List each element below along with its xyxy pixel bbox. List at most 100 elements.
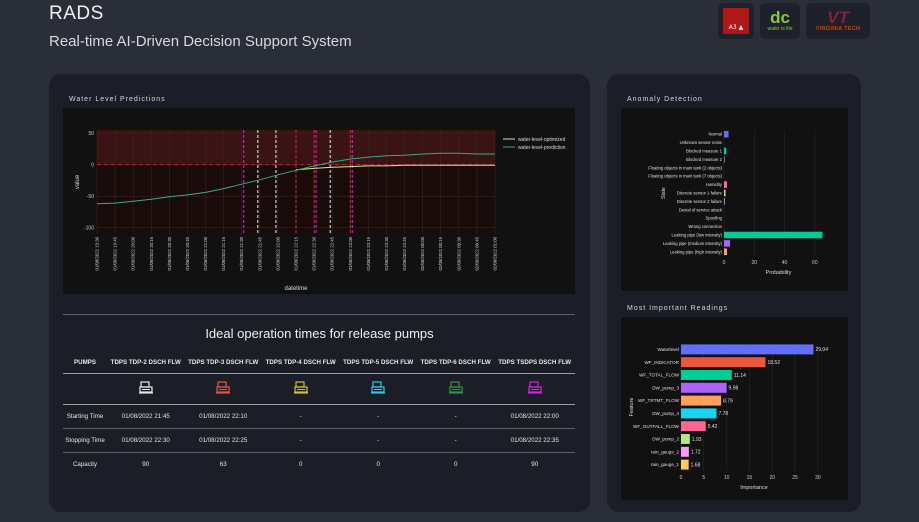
x-tick-label: 02/08/2022 00:45 <box>474 236 479 270</box>
bar <box>681 446 689 457</box>
x-tick-label: 15 <box>747 475 753 481</box>
x-tick-label: 01/08/2022 20:45 <box>185 236 190 270</box>
x-tick-label: 01/08/2022 20:30 <box>167 236 172 270</box>
pump-icon-cell <box>107 373 185 405</box>
table-cell: 01/08/2022 22:00 <box>494 404 575 429</box>
bar-value-label: 9.98 <box>729 386 739 392</box>
column-header: TDPS TDP-4 DSCH FLW <box>261 352 340 374</box>
pump-table: PUMPS TDPS TDP-2 DSCH FLW TDPS TDP-3 DSC… <box>63 352 575 476</box>
bar <box>681 357 766 368</box>
table-cell: 0 <box>453 460 458 468</box>
table-cell: 63 <box>219 460 227 468</box>
x-tick-label: 01/08/2022 21:15 <box>221 236 226 270</box>
table-cell: - <box>261 428 340 453</box>
category-label: Discrete sensor 2 failure <box>677 199 723 204</box>
bar <box>681 434 690 444</box>
app-title: RADS <box>49 3 104 24</box>
analysis-panel: Anomaly Detection 0 20 40 60 Normal Unknown s… <box>607 74 861 512</box>
table-cell: 01/08/2022 22:35 <box>494 428 575 453</box>
x-tick-label: 01/08/2022 22:00 <box>275 236 280 270</box>
category-label: Spoofing <box>705 216 722 221</box>
category-label: Unknown sensor noise <box>680 140 723 145</box>
category-label: Normal <box>709 132 723 137</box>
column-header: TDPS TDP-3 DSCH FLW <box>184 352 262 374</box>
y-tick-label: -100 <box>84 226 94 232</box>
category-label: Leaking pipe (high intensity) <box>670 249 723 254</box>
pump-table-title: Ideal operation times for release pumps <box>205 326 434 341</box>
column-header: TDPS TDP-5 DSCH FLW <box>339 352 417 374</box>
table-cell: - <box>261 404 340 429</box>
category-label: WF_TRTMT_FLOW <box>638 398 680 403</box>
x-tick-label: 02/08/2022 00:15 <box>438 236 443 270</box>
x-axis-label: datetime <box>284 286 308 292</box>
x-tick-label: 01/08/2022 23:00 <box>348 236 353 270</box>
y-tick-label: 50 <box>88 131 94 137</box>
table-cell: 90 <box>531 460 539 468</box>
category-label: Floating objects in main tank (2 objects… <box>648 165 722 170</box>
column-header: PUMPS <box>63 352 107 374</box>
category-label: Wrong connection <box>688 224 722 229</box>
x-tick-label: 20 <box>751 260 757 266</box>
category-label: Floating objects in main tank (7 objects… <box>648 174 722 179</box>
bar <box>724 181 728 188</box>
x-tick-label: 5 <box>702 475 705 481</box>
x-tick-label: 20 <box>769 475 775 481</box>
row-label: Stopping Time <box>63 428 107 453</box>
logo-bar: A3 ▲ dc water is life VT VIRGINIA TECH <box>718 3 870 39</box>
x-tick-label: 10 <box>724 475 730 481</box>
bar-value-label: 29.04 <box>815 347 828 353</box>
category-label: DW_pump_3 <box>652 385 679 390</box>
column-header: TDPS TDP-6 DSCH FLW <box>416 352 495 374</box>
bar <box>724 198 725 205</box>
y-tick-label: -50 <box>87 194 94 200</box>
bar <box>724 248 728 256</box>
pump-icon-row <box>63 373 575 405</box>
bar <box>724 231 823 239</box>
category-label: rain_gauge_1 <box>651 462 680 467</box>
table-cell: - <box>339 404 417 429</box>
x-tick-label: 60 <box>812 260 818 266</box>
category-label: Blocked measure 2 <box>686 157 723 162</box>
x-tick-label: 02/08/2022 00:30 <box>456 236 461 270</box>
x-tick-label: 01/08/2022 21:00 <box>203 236 208 270</box>
x-tick-label: 01/08/2022 19:30 <box>95 236 100 270</box>
table-cell: 01/08/2022 22:10 <box>184 404 262 429</box>
bar <box>681 408 717 419</box>
column-header: TDPS TSDPS DSCH FLW <box>494 352 575 374</box>
a3-logo: A3 ▲ <box>718 3 754 39</box>
category-label: Humidity <box>706 182 723 187</box>
x-axis-label: Importance <box>740 485 768 491</box>
table-cell: 90 <box>142 460 150 468</box>
legend-label: water-level-optimized <box>518 137 565 143</box>
category-label: Discrete sensor 1 failure <box>677 190 723 195</box>
table-cell: 01/08/2022 21:45 <box>107 404 185 429</box>
table-row: Starting Time 01/08/2022 21:45 01/08/202… <box>63 404 575 429</box>
x-axis-label: Probability <box>766 270 792 276</box>
pump-icon-cell <box>416 373 495 405</box>
bar-value-label: 8.79 <box>723 398 733 404</box>
category-label: DW_pump_4 <box>652 411 679 416</box>
bar <box>681 370 732 380</box>
category-label: Leaking pipe (low intensity) <box>671 232 722 237</box>
dc-water-logo: dc water is life <box>760 3 800 39</box>
pump-icon-cell <box>494 373 575 405</box>
category-label: DW_pump_2 <box>652 437 679 442</box>
bar-value-label: 7.78 <box>718 411 728 417</box>
table-cell: - <box>416 428 495 453</box>
anomaly-detection-chart: 0 20 40 60 Normal Unknown sensor noise Blocked… <box>648 130 823 276</box>
bar-value-label: 11.14 <box>734 373 746 379</box>
bar <box>724 189 726 197</box>
table-row: Capacity 90 63 0 0 0 90 <box>63 452 575 476</box>
category-label: Waterlevel <box>657 347 679 352</box>
x-tick-label: 01/08/2022 21:30 <box>239 236 244 270</box>
predictions-panel: Water Level Predictions 50 0 -50 -100 01/08/… <box>49 74 590 512</box>
pump-icon-cell <box>261 373 340 405</box>
y-axis-label: value <box>75 174 81 189</box>
x-tick-label: 25 <box>792 475 798 481</box>
x-tick-label: 01/08/2022 20:15 <box>149 236 154 270</box>
x-tick-label: 01/08/2022 20:00 <box>131 236 136 270</box>
app-subtitle: Real-time AI-Driven Decision Support Sys… <box>49 33 352 50</box>
x-tick-label: 30 <box>815 475 821 481</box>
table-cell: 0 <box>376 460 380 468</box>
table-row: Stopping Time 01/08/2022 22:30 01/08/202… <box>63 428 575 453</box>
